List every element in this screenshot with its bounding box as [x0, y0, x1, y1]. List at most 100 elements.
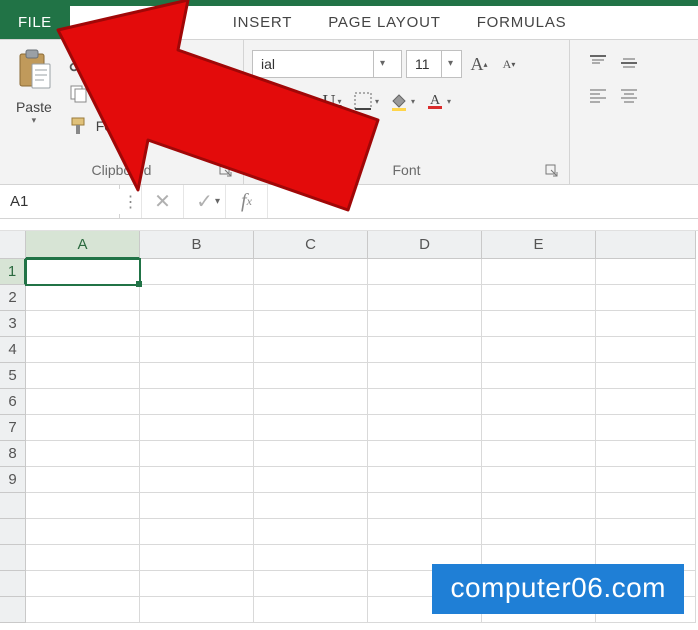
- decrease-font-size-button[interactable]: A▾: [496, 50, 522, 78]
- cell[interactable]: [596, 311, 696, 337]
- format-painter-button[interactable]: Format Painter: [68, 112, 237, 140]
- cell[interactable]: [254, 285, 368, 311]
- cancel-formula-button[interactable]: ✕: [142, 185, 184, 218]
- cell[interactable]: [140, 519, 254, 545]
- column-header-b[interactable]: B: [140, 231, 254, 259]
- row-header-5[interactable]: 5: [0, 363, 26, 389]
- cell[interactable]: [368, 363, 482, 389]
- cell[interactable]: [26, 467, 140, 493]
- cell[interactable]: [596, 285, 696, 311]
- cell-a1[interactable]: [26, 259, 140, 285]
- cell[interactable]: [254, 493, 368, 519]
- tab-page-layout[interactable]: PAGE LAYOUT: [310, 6, 458, 39]
- cell[interactable]: [482, 389, 596, 415]
- cell[interactable]: [140, 597, 254, 623]
- column-header-e[interactable]: E: [482, 231, 596, 259]
- dialog-launcher-font[interactable]: [545, 164, 559, 178]
- copy-dropdown-icon[interactable]: ▾: [226, 89, 231, 100]
- chevron-down-icon[interactable]: ▾: [441, 51, 459, 77]
- column-header-c[interactable]: C: [254, 231, 368, 259]
- border-button[interactable]: ▾: [348, 86, 384, 116]
- row-header-8[interactable]: 8: [0, 441, 26, 467]
- chevron-down-icon[interactable]: ▾: [373, 51, 391, 77]
- cell[interactable]: [254, 337, 368, 363]
- column-header-f[interactable]: [596, 231, 696, 259]
- cell[interactable]: [254, 415, 368, 441]
- cell[interactable]: [26, 597, 140, 623]
- cell[interactable]: [140, 545, 254, 571]
- cell[interactable]: [26, 493, 140, 519]
- cell[interactable]: [482, 493, 596, 519]
- increase-font-size-button[interactable]: A▴: [466, 50, 492, 78]
- cell[interactable]: [482, 311, 596, 337]
- column-header-a[interactable]: A: [26, 231, 140, 259]
- cell[interactable]: [140, 415, 254, 441]
- column-header-d[interactable]: D: [368, 231, 482, 259]
- cell[interactable]: [368, 493, 482, 519]
- dialog-launcher-clipboard[interactable]: [219, 164, 233, 178]
- formula-input[interactable]: [268, 185, 698, 218]
- cell[interactable]: [596, 519, 696, 545]
- tab-insert[interactable]: INSERT: [215, 6, 311, 39]
- fill-color-button[interactable]: ▾: [384, 86, 420, 116]
- align-middle-button[interactable]: [615, 50, 642, 76]
- cell[interactable]: [140, 259, 254, 285]
- name-box[interactable]: ▾: [0, 185, 120, 218]
- font-name-combo[interactable]: ial ▾: [252, 50, 402, 78]
- cell[interactable]: [596, 493, 696, 519]
- cell[interactable]: [254, 571, 368, 597]
- cell[interactable]: [368, 259, 482, 285]
- row-header-7[interactable]: 7: [0, 415, 26, 441]
- cell[interactable]: [482, 519, 596, 545]
- row-header[interactable]: [0, 519, 26, 545]
- cell[interactable]: [26, 545, 140, 571]
- underline-button[interactable]: U▾: [316, 86, 348, 116]
- cell[interactable]: [140, 363, 254, 389]
- cell[interactable]: [254, 363, 368, 389]
- cell[interactable]: [482, 441, 596, 467]
- cell[interactable]: [26, 363, 140, 389]
- cell[interactable]: [26, 571, 140, 597]
- cell[interactable]: [368, 285, 482, 311]
- cell[interactable]: [254, 545, 368, 571]
- cell[interactable]: [140, 467, 254, 493]
- cell[interactable]: [482, 337, 596, 363]
- row-header-3[interactable]: 3: [0, 311, 26, 337]
- cell[interactable]: [26, 415, 140, 441]
- cell[interactable]: [140, 571, 254, 597]
- row-header-1[interactable]: 1: [0, 259, 26, 285]
- cell[interactable]: [482, 415, 596, 441]
- cell[interactable]: [140, 389, 254, 415]
- cell[interactable]: [26, 285, 140, 311]
- cell[interactable]: [482, 363, 596, 389]
- align-center-button[interactable]: [615, 82, 642, 108]
- cell[interactable]: [596, 337, 696, 363]
- cell[interactable]: [254, 597, 368, 623]
- font-size-combo[interactable]: 11 ▾: [406, 50, 462, 78]
- cell[interactable]: [596, 441, 696, 467]
- cell[interactable]: [140, 441, 254, 467]
- cell[interactable]: [596, 467, 696, 493]
- cell[interactable]: [482, 285, 596, 311]
- cell[interactable]: [482, 467, 596, 493]
- cell[interactable]: [368, 311, 482, 337]
- cell[interactable]: [596, 389, 696, 415]
- cell[interactable]: [26, 337, 140, 363]
- row-header[interactable]: [0, 597, 26, 623]
- cell[interactable]: [26, 441, 140, 467]
- cell[interactable]: [482, 259, 596, 285]
- row-header[interactable]: [0, 571, 26, 597]
- cell[interactable]: [254, 389, 368, 415]
- row-header[interactable]: [0, 493, 26, 519]
- cell[interactable]: [140, 311, 254, 337]
- tab-formulas[interactable]: FORMULAS: [459, 6, 585, 39]
- cell[interactable]: [368, 415, 482, 441]
- cell[interactable]: [140, 285, 254, 311]
- row-header[interactable]: [0, 545, 26, 571]
- cell[interactable]: [596, 363, 696, 389]
- font-color-button[interactable]: A ▾: [420, 86, 456, 116]
- tab-file[interactable]: FILE: [0, 6, 70, 39]
- cell[interactable]: [26, 311, 140, 337]
- cell[interactable]: [596, 415, 696, 441]
- cell[interactable]: [140, 493, 254, 519]
